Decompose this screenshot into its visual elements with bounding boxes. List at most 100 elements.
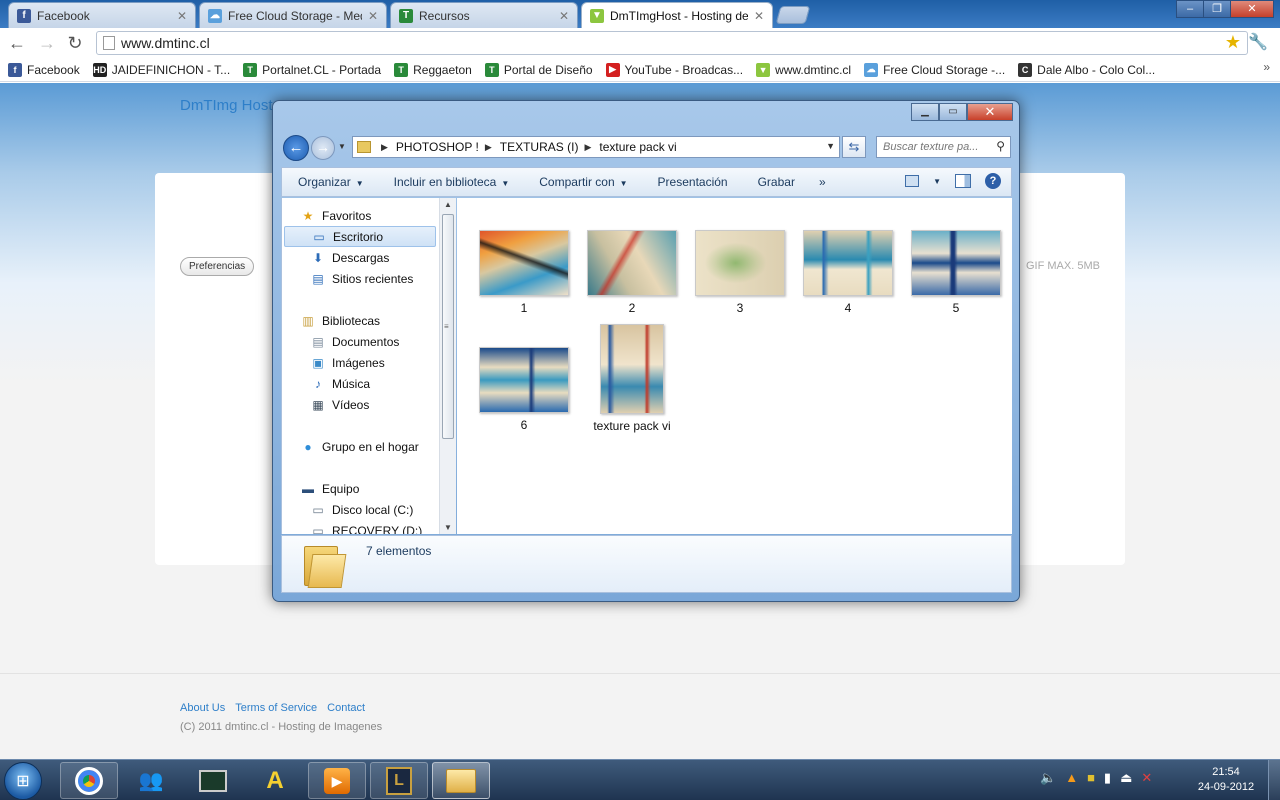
file-item[interactable]: texture pack vi — [582, 324, 682, 433]
nav-escritorio[interactable]: ▭ Escritorio — [284, 226, 436, 247]
show-desktop-button[interactable] — [1268, 760, 1280, 800]
bookmark-item[interactable]: ▶ YouTube - Broadcas... — [605, 62, 743, 77]
more-commands-button[interactable]: » — [819, 175, 826, 189]
terms-link[interactable]: Terms of Service — [235, 702, 317, 714]
burn-button[interactable]: Grabar — [758, 175, 795, 189]
file-item[interactable]: 3 — [690, 230, 790, 315]
bookmark-item[interactable]: ☁ Free Cloud Storage -... — [864, 62, 1005, 77]
tab-recursos[interactable]: T Recursos ✕ — [390, 2, 578, 28]
nav-videos[interactable]: ▦ Vídeos — [310, 394, 456, 415]
taskbar-clock[interactable]: 21:54 24-09-2012 — [1192, 765, 1260, 795]
file-item[interactable]: 4 — [798, 230, 898, 315]
forward-arrow-icon[interactable]: → — [311, 136, 335, 160]
contact-link[interactable]: Contact — [327, 702, 365, 714]
scroll-up-icon[interactable]: ▲ — [444, 200, 452, 209]
refresh-icon[interactable]: ⇆ — [842, 136, 866, 158]
nav-disco-local[interactable]: ▭ Disco local (C:) — [310, 499, 456, 520]
taskbar-media-player[interactable]: ▶ — [308, 762, 366, 799]
volume-icon[interactable]: 🔈 — [1040, 770, 1056, 786]
nav-scrollbar[interactable]: ▲ ≡ ▼ — [439, 198, 456, 534]
nav-equipo[interactable]: ▬ Equipo — [300, 478, 455, 499]
scroll-down-icon[interactable]: ▼ — [444, 523, 452, 532]
history-dropdown-icon[interactable]: ▼ — [338, 142, 346, 151]
java-update-icon[interactable]: ▲ — [1065, 770, 1078, 786]
close-window-button[interactable]: ✕ — [1230, 0, 1274, 18]
tab-free-cloud-storage[interactable]: ☁ Free Cloud Storage - Media ✕ — [199, 2, 387, 28]
nav-documentos[interactable]: ▤ Documentos — [310, 331, 456, 352]
bookmark-item[interactable]: HD JAIDEFINICHON - T... — [92, 62, 230, 77]
bookmark-item[interactable]: T Portalnet.CL - Portada — [243, 62, 381, 77]
about-us-link[interactable]: About Us — [180, 702, 225, 714]
file-item[interactable]: 6 — [474, 347, 574, 432]
tab-dmtimghost[interactable]: ▼ DmTImgHost - Hosting de ✕ — [581, 2, 773, 28]
close-icon[interactable]: ✕ — [559, 9, 569, 23]
nav-bibliotecas[interactable]: ▥ Bibliotecas — [300, 310, 455, 331]
slideshow-button[interactable]: Presentación — [658, 175, 728, 189]
organize-menu[interactable]: Organizar ▼ — [298, 175, 364, 189]
breadcrumb-item[interactable]: PHOTOSHOP ! — [396, 140, 479, 154]
chevron-down-icon[interactable]: ▼ — [933, 177, 941, 186]
nav-grupo-hogar[interactable]: ● Grupo en el hogar — [300, 436, 455, 457]
nav-recovery[interactable]: ▭ RECOVERY (D:) — [310, 520, 456, 535]
bookmark-item[interactable]: T Portal de Diseño — [484, 62, 593, 77]
bookmark-item[interactable]: C Dale Albo - Colo Col... — [1018, 62, 1155, 77]
explorer-search-input[interactable]: Buscar texture pa... ⚲ — [876, 136, 1011, 158]
bookmarks-more-button[interactable]: » — [1263, 60, 1270, 74]
bookmark-item[interactable]: T Reggaeton — [394, 62, 472, 77]
taskbar-chrome[interactable] — [60, 762, 118, 799]
explorer-close-button[interactable]: ✕ — [967, 103, 1013, 121]
breadcrumb-item[interactable]: TEXTURAS (I) — [500, 140, 579, 154]
close-icon[interactable]: ✕ — [754, 9, 764, 23]
site-title[interactable]: DmTImg Host — [180, 97, 273, 114]
explorer-minimize-button[interactable]: ▁ — [911, 103, 939, 121]
taskbar-task-manager[interactable] — [184, 762, 242, 799]
bookmark-item[interactable]: ▼ www.dmtinc.cl — [756, 62, 851, 77]
taskbar-league[interactable]: L — [370, 762, 428, 799]
back-arrow-icon[interactable]: ← — [283, 135, 309, 161]
minimize-button[interactable]: – — [1176, 0, 1204, 18]
wrench-icon[interactable]: 🔧 — [1248, 32, 1268, 52]
url-text[interactable]: www.dmtinc.cl — [121, 35, 210, 51]
close-icon[interactable]: ✕ — [177, 9, 187, 23]
tab-facebook[interactable]: f Facebook ✕ — [8, 2, 196, 28]
chevron-right-icon[interactable]: ▶ — [584, 142, 591, 153]
nav-descargas[interactable]: ⬇ Descargas — [310, 247, 456, 268]
file-item[interactable]: 1 — [474, 230, 574, 315]
start-button[interactable]: ⊞ — [4, 762, 42, 800]
chevron-down-icon[interactable]: ▼ — [826, 141, 835, 151]
bookmark-star-icon[interactable]: ★ — [1225, 32, 1241, 53]
nav-sitios-recientes[interactable]: ▤ Sitios recientes — [310, 268, 456, 289]
share-with-menu[interactable]: Compartir con ▼ — [539, 175, 627, 189]
preview-pane-icon[interactable] — [955, 174, 971, 188]
include-library-menu[interactable]: Incluir en biblioteca ▼ — [394, 175, 510, 189]
signal-icon[interactable]: ▮ — [1104, 770, 1111, 786]
file-item[interactable]: 2 — [582, 230, 682, 315]
nav-favoritos[interactable]: ★ Favoritos — [300, 205, 455, 226]
taskbar-messenger[interactable]: 👥 — [122, 762, 180, 799]
chevron-right-icon[interactable]: ▶ — [485, 142, 492, 153]
app-tray-icon[interactable]: ■ — [1087, 770, 1095, 786]
nav-musica[interactable]: ♪ Música — [310, 373, 456, 394]
chevron-right-icon[interactable]: ▶ — [381, 142, 388, 153]
forward-button[interactable]: → — [36, 33, 58, 53]
network-error-icon[interactable]: ✕ — [1141, 770, 1152, 786]
back-button[interactable]: ← — [6, 33, 28, 53]
bookmark-item[interactable]: f Facebook — [8, 62, 80, 77]
file-item[interactable]: 5 — [906, 230, 1006, 315]
taskbar-ares[interactable]: A — [246, 762, 304, 799]
change-view-icon[interactable] — [905, 175, 920, 187]
maximize-button[interactable]: ❐ — [1203, 0, 1231, 18]
preferences-button[interactable]: Preferencias — [180, 257, 255, 276]
explorer-maximize-button[interactable]: ▭ — [939, 103, 967, 121]
taskbar-explorer[interactable] — [432, 762, 490, 799]
safely-remove-icon[interactable]: ⏏ — [1120, 770, 1132, 786]
close-icon[interactable]: ✕ — [368, 9, 378, 23]
reload-button[interactable]: ↻ — [64, 33, 86, 53]
explorer-address-bar[interactable]: ▶ PHOTOSHOP ! ▶ TEXTURAS (I) ▶ texture p… — [352, 136, 840, 158]
breadcrumb-item[interactable]: texture pack vi — [599, 140, 676, 154]
new-tab-button[interactable] — [775, 6, 811, 24]
address-bar[interactable]: www.dmtinc.cl ★ — [96, 31, 1248, 55]
nav-imagenes[interactable]: ▣ Imágenes — [310, 352, 456, 373]
help-icon[interactable]: ? — [985, 173, 1001, 189]
search-icon[interactable]: ⚲ — [996, 139, 1005, 153]
